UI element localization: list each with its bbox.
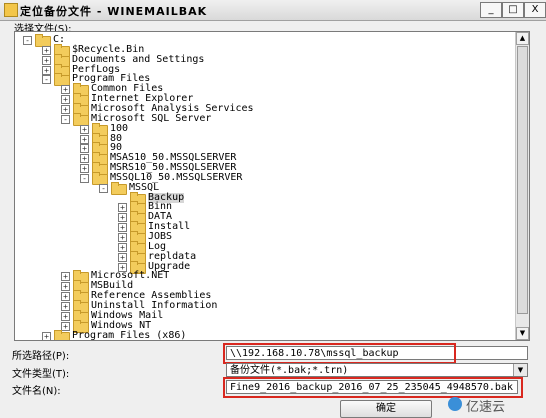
expand-icon[interactable]: + <box>42 65 51 75</box>
title-bar: 定位备份文件 - WINEMAILBAK _ □ X <box>0 0 546 21</box>
path-label: 所选路径(P): <box>12 351 70 362</box>
tree-node[interactable]: +80 <box>15 132 505 146</box>
expand-icon[interactable]: + <box>61 311 70 321</box>
folder-tree[interactable]: - C: + $Recycle.Bin + Documents and Settings +… <box>14 31 530 341</box>
tree-node[interactable]: +90 <box>15 142 505 156</box>
expand-icon[interactable]: + <box>42 55 51 65</box>
collapse-icon[interactable]: - <box>80 173 89 183</box>
tree-node[interactable]: + Upgrade <box>15 260 505 274</box>
tree-node[interactable]: + Log <box>15 240 505 254</box>
tree-node[interactable]: + MSRS10_50.MSSQLSERVER <box>15 162 505 176</box>
expand-icon[interactable]: + <box>61 85 70 95</box>
expand-icon[interactable]: + <box>118 213 127 223</box>
tree-node[interactable]: + Common Files <box>15 83 505 97</box>
window-title: 定位备份文件 - WINEMAILBAK <box>20 5 208 18</box>
expand-icon[interactable]: + <box>61 321 70 331</box>
expand-icon[interactable]: + <box>61 282 70 292</box>
expand-icon[interactable]: + <box>118 252 127 262</box>
expand-icon[interactable]: + <box>80 144 89 154</box>
expand-icon[interactable]: + <box>61 104 70 114</box>
close-button[interactable]: X <box>524 2 546 18</box>
tree-node[interactable]: - MSSQL <box>15 181 505 195</box>
tree-node[interactable]: - Microsoft SQL Server <box>15 112 505 126</box>
folder-icon <box>54 329 70 340</box>
expand-icon[interactable]: + <box>42 331 51 340</box>
tree-node[interactable]: + MSBuild <box>15 280 505 294</box>
expand-icon[interactable]: + <box>80 124 89 134</box>
tree-node[interactable]: + Windows Mail <box>15 309 505 323</box>
tree-node[interactable]: + repldata <box>15 250 505 264</box>
expand-icon[interactable]: + <box>118 242 127 252</box>
file-name-label: 文件名(N): <box>12 386 61 397</box>
scroll-thumb[interactable] <box>517 46 528 314</box>
tree-node[interactable]: + Uninstall Information <box>15 299 505 313</box>
expand-icon[interactable]: + <box>118 233 127 242</box>
tree-node[interactable]: + Reference Assemblies <box>15 290 505 304</box>
tree-node[interactable]: + Install <box>15 221 505 235</box>
expand-icon[interactable]: + <box>118 203 127 213</box>
tree-node[interactable]: + Internet Explorer <box>15 93 505 107</box>
collapse-icon[interactable]: - <box>23 36 32 45</box>
maximize-button[interactable]: □ <box>502 2 524 18</box>
file-type-value: 备份文件(*.bak;*.trn) <box>230 365 349 376</box>
file-name-highlight-box <box>223 377 523 398</box>
expand-icon[interactable]: + <box>80 154 89 164</box>
tree-node[interactable]: + DATA <box>15 211 505 225</box>
tree-node[interactable]: Backup <box>15 191 505 205</box>
ok-button[interactable]: 确定 <box>340 400 432 418</box>
path-highlight-box <box>223 343 456 364</box>
tree-node[interactable]: + MSAS10_50.MSSQLSERVER <box>15 152 505 166</box>
expand-icon[interactable]: + <box>61 301 70 311</box>
tree-node-label: Program Files (x86) <box>72 329 187 341</box>
expand-icon[interactable]: + <box>61 95 70 105</box>
minimize-button[interactable]: _ <box>480 2 502 18</box>
scroll-down-icon[interactable]: ▼ <box>516 327 529 340</box>
watermark-text: 亿速云 <box>466 400 506 415</box>
tree-node[interactable]: + JOBS <box>15 231 505 244</box>
expand-icon[interactable]: + <box>61 272 70 282</box>
tree-node[interactable]: - Program Files <box>15 73 505 87</box>
tree-node[interactable]: + Binn <box>15 201 505 215</box>
tree-node[interactable]: + Program Files (x86) <box>15 329 505 341</box>
collapse-icon[interactable]: - <box>42 75 51 85</box>
expand-icon[interactable]: + <box>118 223 127 233</box>
file-type-select[interactable]: 备份文件(*.bak;*.trn) ▼ <box>226 363 528 377</box>
expand-icon[interactable]: + <box>80 134 89 144</box>
tree-node[interactable]: +100 <box>15 122 505 136</box>
scroll-up-icon[interactable]: ▲ <box>516 32 529 45</box>
expand-icon[interactable]: + <box>61 292 70 302</box>
expand-icon[interactable]: + <box>80 164 89 174</box>
tree-node[interactable]: - MSSQL10_50.MSSQLSERVER <box>15 171 505 185</box>
chevron-down-icon[interactable]: ▼ <box>513 364 527 376</box>
file-type-label: 文件类型(T): <box>12 369 70 380</box>
watermark-logo-icon <box>448 397 462 411</box>
expand-icon[interactable]: + <box>42 45 51 55</box>
app-icon <box>4 3 18 17</box>
collapse-icon[interactable]: - <box>61 114 70 124</box>
tree-node[interactable]: + Microsoft Analysis Services <box>15 102 505 116</box>
collapse-icon[interactable]: - <box>99 183 108 193</box>
vertical-scrollbar[interactable]: ▲ ▼ <box>515 32 529 340</box>
tree-node[interactable]: + Microsoft.NET <box>15 270 505 284</box>
